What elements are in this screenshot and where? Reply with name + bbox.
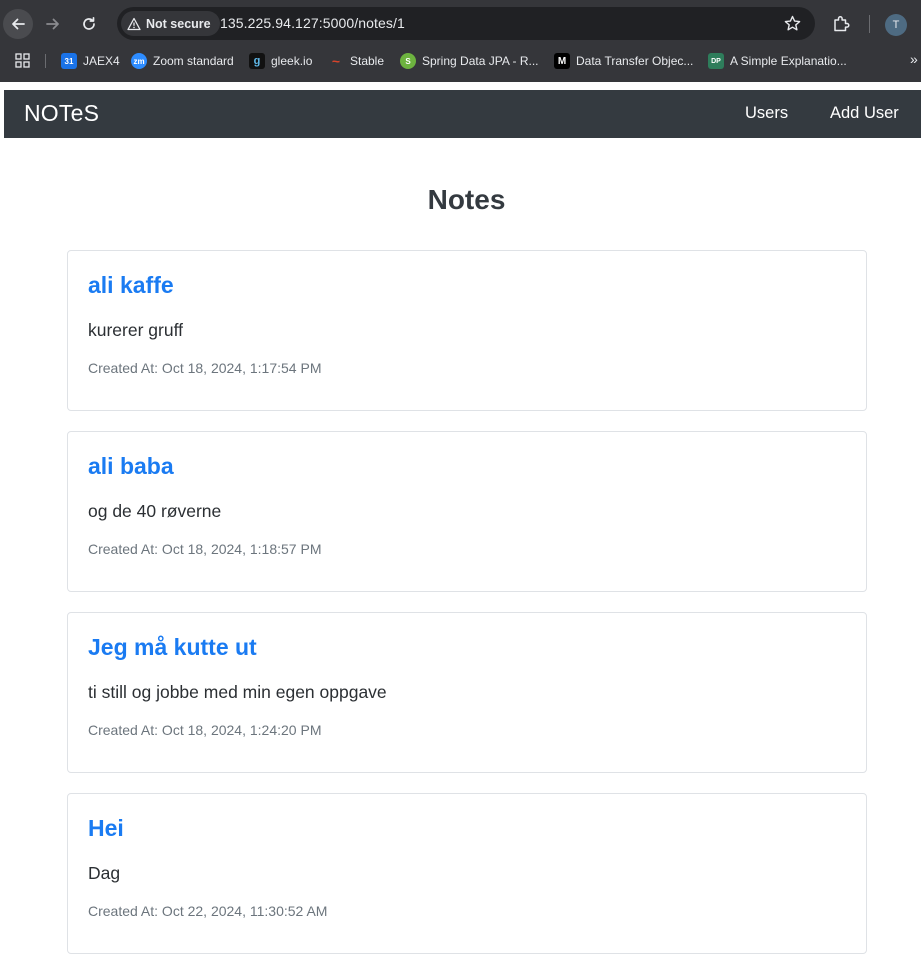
security-chip[interactable]: Not secure xyxy=(121,11,220,36)
note-created-at: Created At: Oct 18, 2024, 1:18:57 PM xyxy=(88,541,322,557)
address-bar[interactable]: Not secure 135.225.94.127:5000/notes/1 xyxy=(117,7,815,40)
forward-button[interactable] xyxy=(38,9,68,39)
arrow-left-icon xyxy=(12,18,25,30)
spring-icon: S xyxy=(400,53,416,69)
browser-chrome: Not secure 135.225.94.127:5000/notes/1 T… xyxy=(0,0,921,82)
page-title: Notes xyxy=(427,184,506,215)
reload-icon xyxy=(83,16,95,30)
bookmark-label: gleek.io xyxy=(271,54,313,68)
note-card: ali baba og de 40 røverne Created At: Oc… xyxy=(67,431,867,592)
note-title-link[interactable]: ali kaffe xyxy=(88,272,174,299)
bookmark-zoom[interactable]: zm Zoom standard xyxy=(131,52,234,70)
nav-link-add-user[interactable]: Add User xyxy=(830,104,899,123)
warning-icon xyxy=(127,17,141,30)
brand-logo[interactable]: NOTeS xyxy=(24,100,99,127)
medium-icon: M xyxy=(554,53,570,69)
bookmark-simple-explanation[interactable]: DP A Simple Explanatio... xyxy=(708,52,847,70)
url-text[interactable]: 135.225.94.127:5000/notes/1 xyxy=(220,15,405,31)
app-navbar: NOTeS Users Add User xyxy=(4,90,921,138)
note-title-link[interactable]: Hei xyxy=(88,815,124,842)
note-card: Jeg må kutte ut ti still og jobbe med mi… xyxy=(67,612,867,773)
extensions-icon[interactable] xyxy=(832,14,851,33)
back-button[interactable] xyxy=(3,9,33,39)
note-card: ali kaffe kurerer gruff Created At: Oct … xyxy=(67,250,867,411)
gleek-icon: g xyxy=(249,53,265,69)
bookmark-label: Zoom standard xyxy=(153,54,234,68)
bookmark-label: Spring Data JPA - R... xyxy=(422,54,539,68)
bookmarks-divider xyxy=(45,54,46,68)
note-title-link[interactable]: Jeg må kutte ut xyxy=(88,634,257,661)
more-bookmarks-icon[interactable]: » xyxy=(910,51,918,67)
profile-avatar[interactable]: T xyxy=(885,14,907,36)
apps-grid-icon[interactable] xyxy=(15,53,30,68)
note-created-at: Created At: Oct 18, 2024, 1:17:54 PM xyxy=(88,360,322,376)
bookmark-jaex4[interactable]: 31 JAEX4 xyxy=(61,52,120,70)
bookmark-label: Stable xyxy=(350,54,385,68)
note-created-at: Created At: Oct 18, 2024, 1:24:20 PM xyxy=(88,722,322,738)
note-content: ti still og jobbe med min egen oppgave xyxy=(88,682,387,702)
bookmark-gleek[interactable]: g gleek.io xyxy=(249,52,312,70)
browser-toolbar: Not secure 135.225.94.127:5000/notes/1 T xyxy=(0,0,921,46)
bookmark-label: A Simple Explanatio... xyxy=(730,54,847,68)
note-created-at: Created At: Oct 22, 2024, 11:30:52 AM xyxy=(88,903,328,919)
bookmark-label: Data Transfer Objec... xyxy=(576,54,694,68)
note-content: og de 40 røverne xyxy=(88,501,222,521)
dp-icon: DP xyxy=(708,53,724,69)
star-icon[interactable] xyxy=(784,15,801,32)
reload-button[interactable] xyxy=(74,9,104,39)
bookmark-stable[interactable]: ~ Stable xyxy=(328,52,384,70)
bookmark-label: JAEX4 xyxy=(83,54,120,68)
arrow-right-icon xyxy=(46,18,59,30)
nav-link-users[interactable]: Users xyxy=(745,104,788,123)
zoom-icon: zm xyxy=(131,53,147,69)
security-label: Not secure xyxy=(146,16,211,31)
toolbar-divider xyxy=(869,15,870,33)
bookmark-spring[interactable]: S Spring Data JPA - R... xyxy=(400,52,539,70)
note-content: Dag xyxy=(88,863,121,883)
note-title-link[interactable]: ali baba xyxy=(88,453,174,480)
bookmark-dto[interactable]: M Data Transfer Objec... xyxy=(554,52,693,70)
note-content: kurerer gruff xyxy=(88,320,183,340)
calendar-icon: 31 xyxy=(61,53,77,69)
note-card: Hei Dag Created At: Oct 22, 2024, 11:30:… xyxy=(67,793,867,954)
bookmarks-bar: 31 JAEX4 zm Zoom standard g gleek.io ~ S… xyxy=(0,46,921,76)
stable-icon: ~ xyxy=(331,53,341,69)
